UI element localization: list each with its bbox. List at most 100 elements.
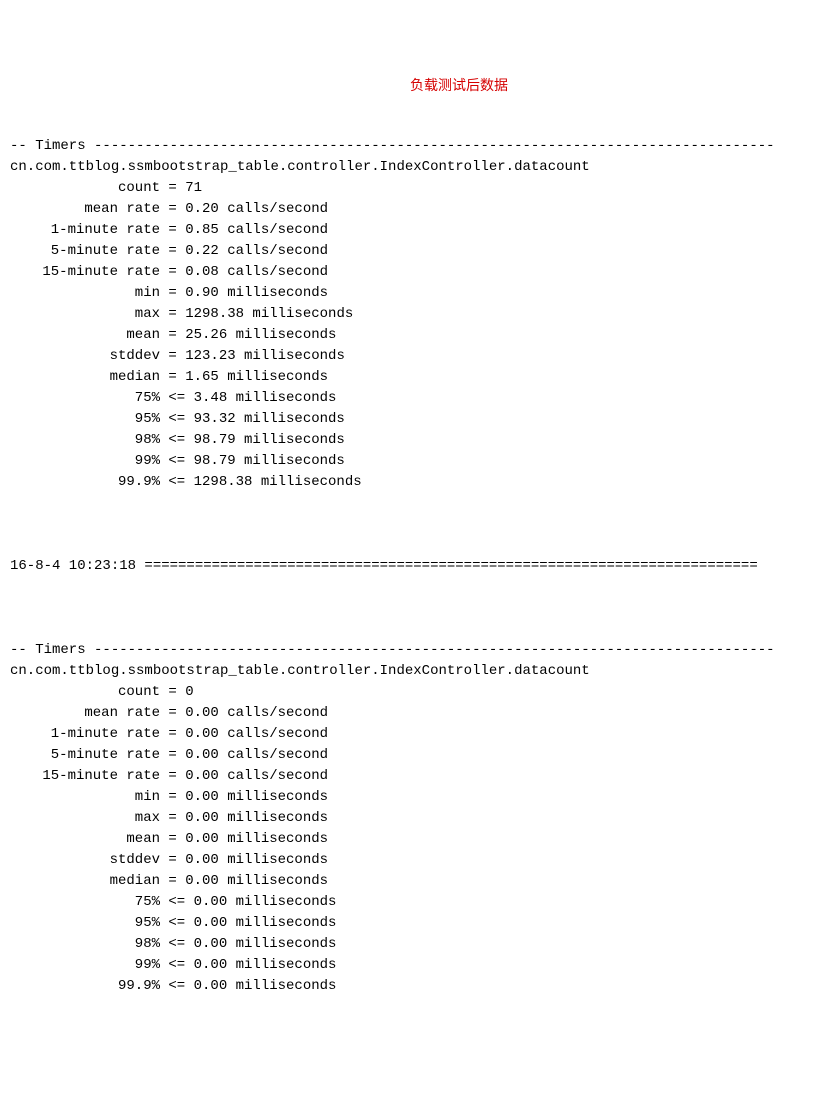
metric-value: 0.00 milliseconds (185, 810, 328, 826)
metric-row: mean = 25.26 milliseconds (10, 327, 336, 343)
metric-op: <= (160, 915, 194, 931)
metric-label: 5-minute rate (10, 745, 160, 766)
metric-label: count (10, 178, 160, 199)
metric-op: = (160, 726, 185, 742)
metric-label: mean (10, 829, 160, 850)
metric-row: stddev = 123.23 milliseconds (10, 348, 345, 364)
metric-row: 1-minute rate = 0.85 calls/second (10, 222, 328, 238)
class-name-1: cn.com.ttblog.ssmbootstrap_table.control… (10, 159, 590, 175)
metric-label: 99% (10, 955, 160, 976)
equals-divider: ========================================… (144, 558, 757, 574)
timers-section-2: -- Timers ------------------------------… (10, 619, 815, 997)
metric-op: = (160, 180, 185, 196)
metric-value: 25.26 milliseconds (185, 327, 336, 343)
metric-op: = (160, 369, 185, 385)
metric-label: median (10, 367, 160, 388)
metric-label: 95% (10, 409, 160, 430)
metric-op: = (160, 873, 185, 889)
metric-op: <= (160, 936, 194, 952)
metric-value: 1.65 milliseconds (185, 369, 328, 385)
metric-op: = (160, 789, 185, 805)
metric-row: 5-minute rate = 0.22 calls/second (10, 243, 328, 259)
metric-value: 93.32 milliseconds (194, 411, 345, 427)
header-dashes: ----------------------------------------… (94, 138, 775, 154)
metric-row: 5-minute rate = 0.00 calls/second (10, 747, 328, 763)
metric-value: 98.79 milliseconds (194, 453, 345, 469)
metric-label: max (10, 304, 160, 325)
metric-label: 75% (10, 388, 160, 409)
metric-value: 0.00 milliseconds (185, 831, 328, 847)
metric-row: 99% <= 98.79 milliseconds (10, 453, 345, 469)
metric-row: median = 1.65 milliseconds (10, 369, 328, 385)
header-dashes: ----------------------------------------… (94, 642, 775, 658)
metric-label: mean (10, 325, 160, 346)
metric-label: 99.9% (10, 976, 160, 997)
metric-value: 123.23 milliseconds (185, 348, 345, 364)
metric-label: 99.9% (10, 472, 160, 493)
metric-row: 75% <= 0.00 milliseconds (10, 894, 336, 910)
metric-op: <= (160, 453, 194, 469)
metric-row: 95% <= 93.32 milliseconds (10, 411, 345, 427)
section-header-1: -- Timers ------------------------------… (10, 138, 775, 154)
metric-op: <= (160, 894, 194, 910)
metric-value: 0.00 calls/second (185, 726, 328, 742)
metric-op: = (160, 201, 185, 217)
metric-label: 15-minute rate (10, 262, 160, 283)
metric-value: 0.20 calls/second (185, 201, 328, 217)
metric-op: = (160, 327, 185, 343)
metric-value: 0 (185, 684, 193, 700)
metric-value: 0.90 milliseconds (185, 285, 328, 301)
metric-op: = (160, 222, 185, 238)
metric-label: stddev (10, 346, 160, 367)
metric-op: = (160, 768, 185, 784)
metric-row: mean rate = 0.20 calls/second (10, 201, 328, 217)
metric-op: = (160, 684, 185, 700)
metric-op: = (160, 747, 185, 763)
metric-op: = (160, 810, 185, 826)
metric-label: 99% (10, 451, 160, 472)
metric-label: 75% (10, 892, 160, 913)
metric-label: 5-minute rate (10, 241, 160, 262)
metric-op: <= (160, 411, 194, 427)
metric-op: = (160, 306, 185, 322)
metric-value: 0.08 calls/second (185, 264, 328, 280)
metric-row: 15-minute rate = 0.08 calls/second (10, 264, 328, 280)
metric-row: median = 0.00 milliseconds (10, 873, 328, 889)
metric-row: 15-minute rate = 0.00 calls/second (10, 768, 328, 784)
metric-row: 95% <= 0.00 milliseconds (10, 915, 336, 931)
metric-row: min = 0.00 milliseconds (10, 789, 328, 805)
metric-label: 98% (10, 934, 160, 955)
metric-row: stddev = 0.00 milliseconds (10, 852, 328, 868)
metric-value: 0.00 calls/second (185, 747, 328, 763)
metric-row: 1-minute rate = 0.00 calls/second (10, 726, 328, 742)
metric-op: <= (160, 978, 194, 994)
metric-value: 0.00 calls/second (185, 705, 328, 721)
metric-value: 0.00 milliseconds (194, 894, 337, 910)
metric-row: 75% <= 3.48 milliseconds (10, 390, 336, 406)
metric-label: count (10, 682, 160, 703)
metric-op: = (160, 243, 185, 259)
metric-row: 98% <= 0.00 milliseconds (10, 936, 336, 952)
metric-op: = (160, 831, 185, 847)
metric-op: <= (160, 432, 194, 448)
metric-op: = (160, 264, 185, 280)
metric-op: = (160, 705, 185, 721)
metric-op: = (160, 852, 185, 868)
metric-row: 99% <= 0.00 milliseconds (10, 957, 336, 973)
metric-label: 98% (10, 430, 160, 451)
metric-label: mean rate (10, 703, 160, 724)
metric-value: 98.79 milliseconds (194, 432, 345, 448)
metric-value: 1298.38 milliseconds (185, 306, 353, 322)
class-name-2: cn.com.ttblog.ssmbootstrap_table.control… (10, 663, 590, 679)
metric-label: mean rate (10, 199, 160, 220)
metric-label: stddev (10, 850, 160, 871)
metric-op: <= (160, 957, 194, 973)
timestamp: 16-8-4 10:23:18 (10, 558, 144, 574)
metric-row: 98% <= 98.79 milliseconds (10, 432, 345, 448)
metric-label: 15-minute rate (10, 766, 160, 787)
metric-row: min = 0.90 milliseconds (10, 285, 328, 301)
metric-op: = (160, 348, 185, 364)
metric-label: 1-minute rate (10, 724, 160, 745)
annotation-text: 负载测试后数据 (410, 77, 508, 98)
metric-value: 0.00 milliseconds (194, 936, 337, 952)
